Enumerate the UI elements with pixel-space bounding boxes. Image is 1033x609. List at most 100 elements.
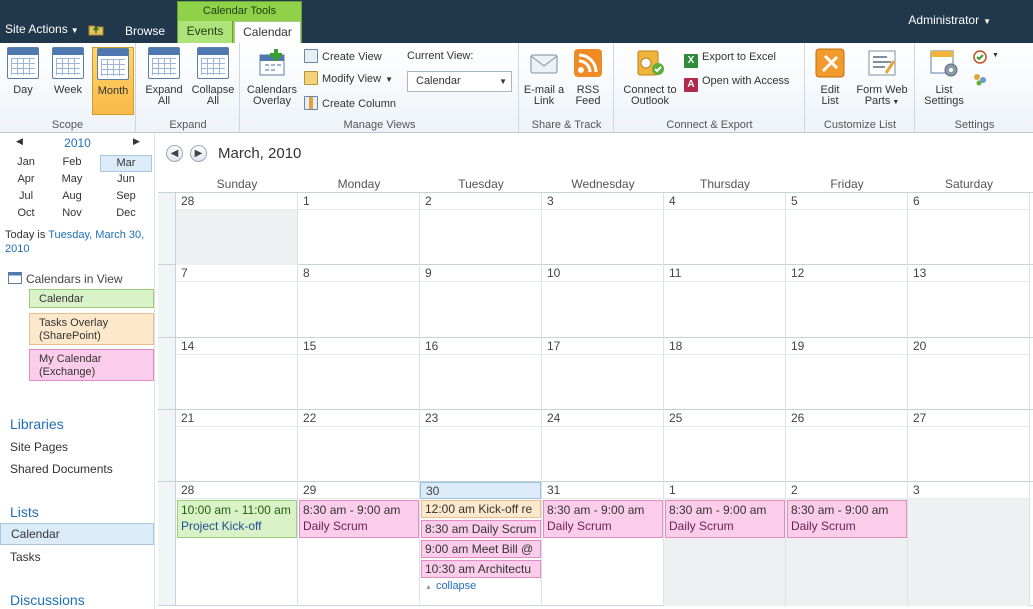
day-cell[interactable]: 16 <box>420 338 542 410</box>
day-number[interactable]: 24 <box>542 410 663 427</box>
chevron-down-icon[interactable]: ▼ <box>992 52 999 59</box>
next-month-button[interactable]: ▶ <box>190 145 207 162</box>
day-number[interactable]: 16 <box>420 338 541 355</box>
day-number[interactable]: 6 <box>908 193 1029 210</box>
create-column-button[interactable]: Create Column <box>304 96 396 116</box>
calendar-event[interactable]: 10:30 am Architectu <box>421 560 541 578</box>
calendar-overlay-calendar[interactable]: Calendar <box>29 289 154 308</box>
day-cell[interactable]: 17 <box>542 338 664 410</box>
day-cell[interactable]: 27 <box>908 410 1030 482</box>
calendar-event[interactable]: 12:00 am Kick-off re <box>421 500 541 518</box>
form-web-parts-button[interactable]: Form Web Parts ▼ <box>854 47 910 115</box>
date-picker-month[interactable]: Dec <box>100 206 152 223</box>
date-picker-month[interactable]: Jul <box>0 189 52 206</box>
day-cell[interactable]: 3 <box>542 193 664 265</box>
day-number[interactable]: 28 <box>176 482 297 499</box>
day-number[interactable]: 2 <box>420 193 541 210</box>
calendar-event[interactable]: 8:30 am - 9:00 am Daily Scrum <box>787 500 907 538</box>
day-cell[interactable]: 12 <box>786 265 908 338</box>
day-number[interactable]: 7 <box>176 265 297 282</box>
current-view-select[interactable]: Calendar ▼ <box>407 71 512 92</box>
date-picker-month[interactable]: Feb <box>46 155 98 172</box>
list-settings-button[interactable]: List Settings <box>920 47 968 115</box>
open-access-button[interactable]: A Open with Access <box>684 73 789 93</box>
expand-all-button[interactable]: Expand All <box>141 47 187 115</box>
date-picker-month[interactable]: Oct <box>0 206 52 223</box>
day-number[interactable]: 27 <box>908 410 1029 427</box>
date-picker-month[interactable]: Aug <box>46 189 98 206</box>
today-date-link-year[interactable]: 2010 <box>5 243 29 255</box>
collapse-all-button[interactable]: Collapse All <box>189 47 237 115</box>
day-cell[interactable]: 13 <box>908 265 1030 338</box>
calendar-event[interactable]: 8:30 am - 9:00 am Daily Scrum <box>543 500 663 538</box>
day-number[interactable]: 13 <box>908 265 1029 282</box>
day-number[interactable]: 11 <box>664 265 785 282</box>
date-picker-month[interactable]: Mar <box>100 155 152 172</box>
day-number[interactable]: 21 <box>176 410 297 427</box>
calendar-event[interactable]: 8:30 am - 9:00 am Daily Scrum <box>665 500 785 538</box>
permissions-icon[interactable] <box>972 71 988 87</box>
calendar-event[interactable]: 10:00 am - 11:00 am Project Kick-off <box>177 500 297 538</box>
day-cell[interactable]: 7 <box>176 265 298 338</box>
day-number[interactable]: 28 <box>176 193 297 210</box>
week-button[interactable]: Week <box>48 47 88 115</box>
week-gutter[interactable] <box>158 482 176 605</box>
day-number[interactable]: 4 <box>664 193 785 210</box>
date-picker-month[interactable]: Nov <box>46 206 98 223</box>
day-cell[interactable]: 28 <box>176 193 298 265</box>
calendars-overlay-button[interactable]: Calendars Overlay <box>245 47 299 115</box>
day-number[interactable]: 14 <box>176 338 297 355</box>
day-number[interactable]: 25 <box>664 410 785 427</box>
week-gutter[interactable] <box>158 193 176 264</box>
day-cell[interactable]: 18 <box>664 338 786 410</box>
day-number[interactable]: 30 <box>420 482 541 499</box>
next-year-icon[interactable]: ▶ <box>133 136 140 147</box>
quicklaunch-shared-documents[interactable]: Shared Documents <box>10 462 113 476</box>
calendar-event[interactable]: 9:00 am Meet Bill @ <box>421 540 541 558</box>
edit-list-button[interactable]: Edit List <box>810 47 850 115</box>
day-cell[interactable]: 26 <box>786 410 908 482</box>
collapse-link[interactable]: ▲ collapse <box>425 580 476 592</box>
day-cell[interactable]: 23 <box>420 410 542 482</box>
day-number[interactable]: 1 <box>298 193 419 210</box>
date-picker-month[interactable]: Apr <box>0 172 52 189</box>
day-number[interactable]: 12 <box>786 265 907 282</box>
week-gutter[interactable] <box>158 265 176 337</box>
tab-browse[interactable]: Browse <box>125 24 165 38</box>
day-number[interactable]: 3 <box>908 482 1029 499</box>
modify-view-button[interactable]: Modify View ▼ <box>304 71 393 91</box>
day-number[interactable]: 20 <box>908 338 1029 355</box>
day-number[interactable]: 3 <box>542 193 663 210</box>
site-actions-menu[interactable]: Site Actions ▼ <box>5 22 79 36</box>
date-picker-month[interactable]: Jun <box>100 172 152 189</box>
day-number[interactable]: 10 <box>542 265 663 282</box>
day-cell[interactable]: 10 <box>542 265 664 338</box>
day-cell[interactable]: 20 <box>908 338 1030 410</box>
alert-me-icon[interactable] <box>972 49 988 65</box>
day-number[interactable]: 26 <box>786 410 907 427</box>
day-cell[interactable]: 24 <box>542 410 664 482</box>
day-cell[interactable]: 2 <box>420 193 542 265</box>
day-number[interactable]: 29 <box>298 482 419 499</box>
day-number[interactable]: 31 <box>542 482 663 499</box>
day-cell[interactable]: 11 <box>664 265 786 338</box>
day-cell[interactable]: 14 <box>176 338 298 410</box>
day-cell[interactable]: 8 <box>298 265 420 338</box>
day-number[interactable]: 17 <box>542 338 663 355</box>
quicklaunch-tasks[interactable]: Tasks <box>10 550 41 564</box>
day-cell[interactable]: 5 <box>786 193 908 265</box>
export-excel-button[interactable]: X Export to Excel <box>684 49 776 69</box>
quicklaunch-site-pages[interactable]: Site Pages <box>10 440 68 454</box>
day-cell[interactable]: 25 <box>664 410 786 482</box>
calendar-overlay-tasks[interactable]: Tasks Overlay (SharePoint) <box>29 313 154 345</box>
day-number[interactable]: 19 <box>786 338 907 355</box>
email-link-button[interactable]: E-mail a Link <box>522 47 566 115</box>
quicklaunch-calendar[interactable]: Calendar <box>0 523 154 545</box>
week-gutter[interactable] <box>158 338 176 409</box>
day-cell[interactable]: 19 <box>786 338 908 410</box>
day-button[interactable]: Day <box>3 47 43 115</box>
day-number[interactable]: 23 <box>420 410 541 427</box>
navigate-up-icon[interactable] <box>88 22 104 36</box>
connect-outlook-button[interactable]: Connect to Outlook <box>618 47 682 115</box>
day-cell[interactable]: 1 <box>298 193 420 265</box>
